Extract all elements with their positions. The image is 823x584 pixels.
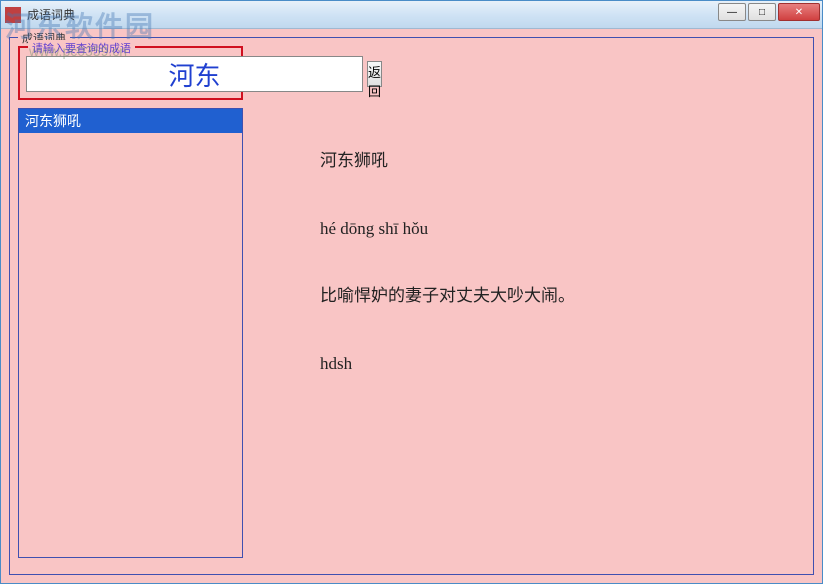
search-group: 请输入要查询的成语 返回: [18, 46, 243, 100]
close-button[interactable]: ✕: [778, 3, 820, 21]
results-list[interactable]: 河东狮吼: [18, 108, 243, 558]
detail-pinyin: hé dōng shī hǒu: [320, 216, 743, 242]
title-bar: 成语词典 ― □ ✕: [1, 1, 822, 29]
app-window: 成语词典 ― □ ✕ 河东软件园 www.pc0359.cn 成语词典 请输入要…: [0, 0, 823, 584]
maximize-button[interactable]: □: [748, 3, 776, 21]
search-label: 请输入要查询的成语: [28, 40, 135, 56]
search-row: 返回: [26, 56, 235, 92]
minimize-button[interactable]: ―: [718, 3, 746, 21]
result-item[interactable]: 河东狮吼: [19, 109, 242, 133]
detail-meaning: 比喻悍妒的妻子对丈夫大吵大闹。: [320, 283, 743, 309]
search-input[interactable]: [26, 56, 363, 92]
detail-idiom: 河东狮吼: [320, 148, 743, 174]
window-title: 成语词典: [27, 6, 75, 23]
detail-panel: 河东狮吼 hé dōng shī hǒu 比喻悍妒的妻子对丈夫大吵大闹。 hds…: [260, 108, 803, 564]
inner-frame: 成语词典 请输入要查询的成语 返回 河东狮吼 河东狮吼 hé dōng shī …: [9, 37, 814, 575]
app-icon: [5, 7, 21, 23]
detail-abbrev: hdsh: [320, 351, 743, 377]
window-controls: ― □ ✕: [718, 3, 820, 21]
back-button[interactable]: 返回: [367, 61, 382, 87]
